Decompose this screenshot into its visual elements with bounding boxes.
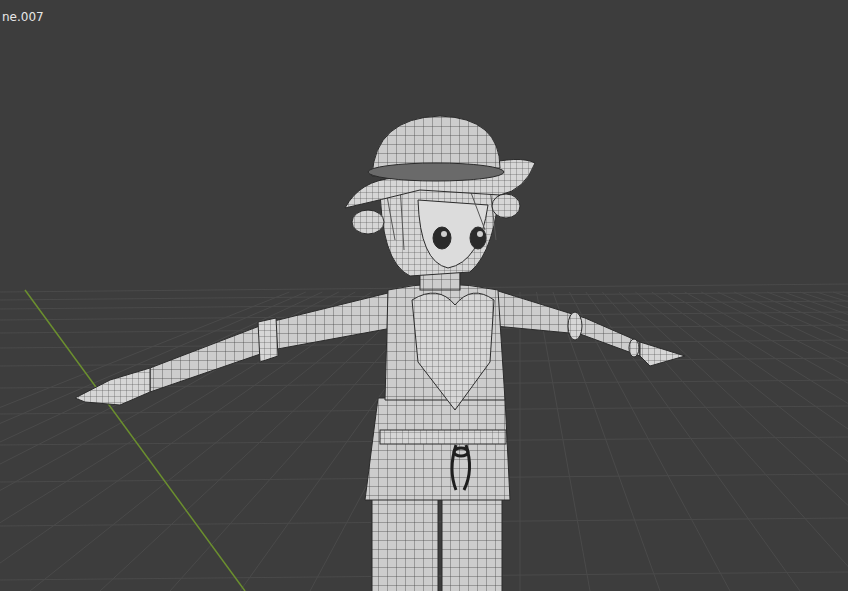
grid-line (718, 292, 848, 591)
3d-viewport[interactable]: ne.007 (0, 0, 848, 591)
object-label: ne.007 (2, 10, 44, 24)
grid-line (0, 292, 322, 591)
grid-line (652, 292, 848, 591)
grid-line (520, 292, 521, 591)
grid-line (816, 292, 848, 591)
y-axis-line (25, 290, 245, 591)
character-model[interactable] (75, 116, 685, 591)
grid-line (784, 292, 848, 591)
grid-line (30, 292, 405, 591)
grid-line (767, 292, 848, 591)
grid-line (800, 292, 848, 591)
grid-line (668, 292, 848, 591)
grid-line (635, 292, 848, 591)
grid-line (536, 292, 590, 591)
viewport-scene[interactable] (0, 0, 848, 591)
grid-line (602, 292, 848, 591)
grid-line (685, 292, 848, 591)
grid-line (701, 292, 848, 591)
grid-line (751, 292, 848, 591)
grid-line (833, 292, 848, 591)
grid-line (734, 292, 848, 591)
